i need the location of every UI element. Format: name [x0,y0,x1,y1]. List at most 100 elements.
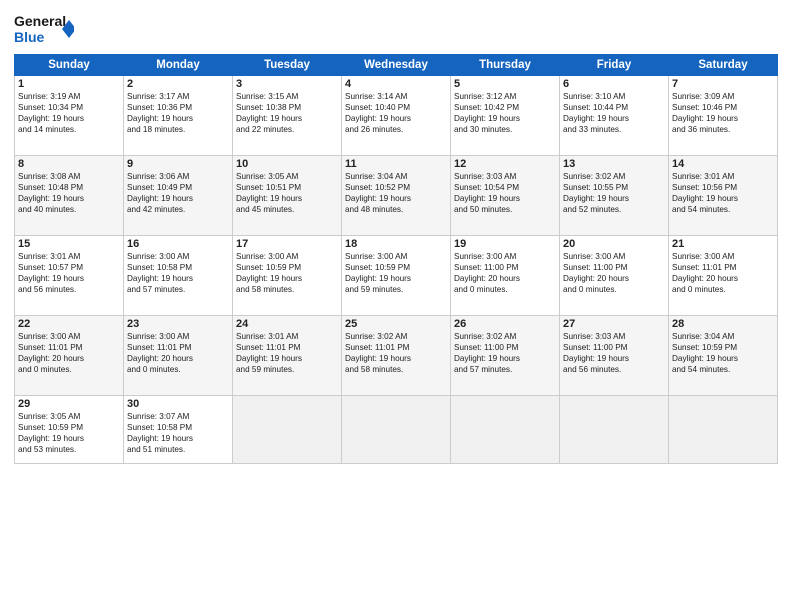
day-info: Sunrise: 3:19 AM Sunset: 10:34 PM Daylig… [18,91,120,135]
day-number: 10 [236,158,338,170]
calendar-cell: 30Sunrise: 3:07 AM Sunset: 10:58 PM Dayl… [124,396,233,464]
svg-text:General: General [14,13,66,29]
logo-svg: General Blue [14,10,74,48]
day-info: Sunrise: 3:02 AM Sunset: 11:01 PM Daylig… [345,331,447,375]
calendar-cell: 14Sunrise: 3:01 AM Sunset: 10:56 PM Dayl… [669,156,778,236]
day-number: 11 [345,158,447,170]
day-info: Sunrise: 3:00 AM Sunset: 11:01 PM Daylig… [127,331,229,375]
day-number: 9 [127,158,229,170]
calendar-cell: 5Sunrise: 3:12 AM Sunset: 10:42 PM Dayli… [451,76,560,156]
day-number: 2 [127,78,229,90]
day-info: Sunrise: 3:01 AM Sunset: 11:01 PM Daylig… [236,331,338,375]
day-info: Sunrise: 3:04 AM Sunset: 10:52 PM Daylig… [345,171,447,215]
day-number: 12 [454,158,556,170]
calendar-cell: 29Sunrise: 3:05 AM Sunset: 10:59 PM Dayl… [15,396,124,464]
day-number: 14 [672,158,774,170]
day-info: Sunrise: 3:07 AM Sunset: 10:58 PM Daylig… [127,411,229,455]
day-info: Sunrise: 3:00 AM Sunset: 10:59 PM Daylig… [236,251,338,295]
day-number: 28 [672,318,774,330]
day-info: Sunrise: 3:00 AM Sunset: 11:00 PM Daylig… [454,251,556,295]
calendar-cell [233,396,342,464]
calendar-cell: 12Sunrise: 3:03 AM Sunset: 10:54 PM Dayl… [451,156,560,236]
day-number: 19 [454,238,556,250]
calendar-cell: 3Sunrise: 3:15 AM Sunset: 10:38 PM Dayli… [233,76,342,156]
calendar-cell: 2Sunrise: 3:17 AM Sunset: 10:36 PM Dayli… [124,76,233,156]
calendar-cell: 22Sunrise: 3:00 AM Sunset: 11:01 PM Dayl… [15,316,124,396]
day-info: Sunrise: 3:15 AM Sunset: 10:38 PM Daylig… [236,91,338,135]
weekday-header: Monday [124,55,233,76]
calendar-cell: 17Sunrise: 3:00 AM Sunset: 10:59 PM Dayl… [233,236,342,316]
svg-text:Blue: Blue [14,29,45,45]
weekday-header: Friday [560,55,669,76]
day-number: 4 [345,78,447,90]
day-info: Sunrise: 3:00 AM Sunset: 11:01 PM Daylig… [18,331,120,375]
day-info: Sunrise: 3:12 AM Sunset: 10:42 PM Daylig… [454,91,556,135]
day-info: Sunrise: 3:01 AM Sunset: 10:56 PM Daylig… [672,171,774,215]
day-number: 29 [18,398,120,410]
weekday-header: Wednesday [342,55,451,76]
calendar-cell [669,396,778,464]
day-info: Sunrise: 3:05 AM Sunset: 10:51 PM Daylig… [236,171,338,215]
day-info: Sunrise: 3:08 AM Sunset: 10:48 PM Daylig… [18,171,120,215]
weekday-header: Sunday [15,55,124,76]
calendar-cell: 26Sunrise: 3:02 AM Sunset: 11:00 PM Dayl… [451,316,560,396]
calendar-cell: 13Sunrise: 3:02 AM Sunset: 10:55 PM Dayl… [560,156,669,236]
day-info: Sunrise: 3:06 AM Sunset: 10:49 PM Daylig… [127,171,229,215]
day-number: 7 [672,78,774,90]
day-number: 27 [563,318,665,330]
day-info: Sunrise: 3:10 AM Sunset: 10:44 PM Daylig… [563,91,665,135]
calendar-cell: 19Sunrise: 3:00 AM Sunset: 11:00 PM Dayl… [451,236,560,316]
day-info: Sunrise: 3:01 AM Sunset: 10:57 PM Daylig… [18,251,120,295]
calendar-table: SundayMondayTuesdayWednesdayThursdayFrid… [14,54,778,464]
day-info: Sunrise: 3:02 AM Sunset: 11:00 PM Daylig… [454,331,556,375]
calendar-cell: 23Sunrise: 3:00 AM Sunset: 11:01 PM Dayl… [124,316,233,396]
day-info: Sunrise: 3:00 AM Sunset: 11:00 PM Daylig… [563,251,665,295]
day-info: Sunrise: 3:03 AM Sunset: 11:00 PM Daylig… [563,331,665,375]
day-info: Sunrise: 3:00 AM Sunset: 11:01 PM Daylig… [672,251,774,295]
calendar-cell: 1Sunrise: 3:19 AM Sunset: 10:34 PM Dayli… [15,76,124,156]
day-info: Sunrise: 3:05 AM Sunset: 10:59 PM Daylig… [18,411,120,455]
calendar-cell: 25Sunrise: 3:02 AM Sunset: 11:01 PM Dayl… [342,316,451,396]
weekday-header: Thursday [451,55,560,76]
day-number: 6 [563,78,665,90]
day-info: Sunrise: 3:04 AM Sunset: 10:59 PM Daylig… [672,331,774,375]
day-number: 25 [345,318,447,330]
calendar-cell: 20Sunrise: 3:00 AM Sunset: 11:00 PM Dayl… [560,236,669,316]
weekday-header: Tuesday [233,55,342,76]
header: General Blue [14,10,778,48]
calendar-cell: 10Sunrise: 3:05 AM Sunset: 10:51 PM Dayl… [233,156,342,236]
day-number: 16 [127,238,229,250]
day-number: 5 [454,78,556,90]
day-number: 20 [563,238,665,250]
day-number: 30 [127,398,229,410]
logo: General Blue [14,10,74,48]
day-info: Sunrise: 3:03 AM Sunset: 10:54 PM Daylig… [454,171,556,215]
calendar-cell: 21Sunrise: 3:00 AM Sunset: 11:01 PM Dayl… [669,236,778,316]
calendar-cell: 28Sunrise: 3:04 AM Sunset: 10:59 PM Dayl… [669,316,778,396]
day-number: 26 [454,318,556,330]
day-number: 21 [672,238,774,250]
calendar-cell: 9Sunrise: 3:06 AM Sunset: 10:49 PM Dayli… [124,156,233,236]
calendar-cell: 8Sunrise: 3:08 AM Sunset: 10:48 PM Dayli… [15,156,124,236]
calendar-cell [560,396,669,464]
calendar-cell: 4Sunrise: 3:14 AM Sunset: 10:40 PM Dayli… [342,76,451,156]
day-info: Sunrise: 3:09 AM Sunset: 10:46 PM Daylig… [672,91,774,135]
calendar-cell: 18Sunrise: 3:00 AM Sunset: 10:59 PM Dayl… [342,236,451,316]
day-number: 15 [18,238,120,250]
day-info: Sunrise: 3:02 AM Sunset: 10:55 PM Daylig… [563,171,665,215]
calendar-cell: 11Sunrise: 3:04 AM Sunset: 10:52 PM Dayl… [342,156,451,236]
calendar-cell: 27Sunrise: 3:03 AM Sunset: 11:00 PM Dayl… [560,316,669,396]
day-number: 8 [18,158,120,170]
calendar-cell [451,396,560,464]
weekday-header: Saturday [669,55,778,76]
calendar-cell: 24Sunrise: 3:01 AM Sunset: 11:01 PM Dayl… [233,316,342,396]
day-number: 13 [563,158,665,170]
calendar-cell: 7Sunrise: 3:09 AM Sunset: 10:46 PM Dayli… [669,76,778,156]
day-info: Sunrise: 3:14 AM Sunset: 10:40 PM Daylig… [345,91,447,135]
day-info: Sunrise: 3:17 AM Sunset: 10:36 PM Daylig… [127,91,229,135]
calendar-cell [342,396,451,464]
day-info: Sunrise: 3:00 AM Sunset: 10:59 PM Daylig… [345,251,447,295]
day-number: 18 [345,238,447,250]
day-number: 24 [236,318,338,330]
day-number: 23 [127,318,229,330]
